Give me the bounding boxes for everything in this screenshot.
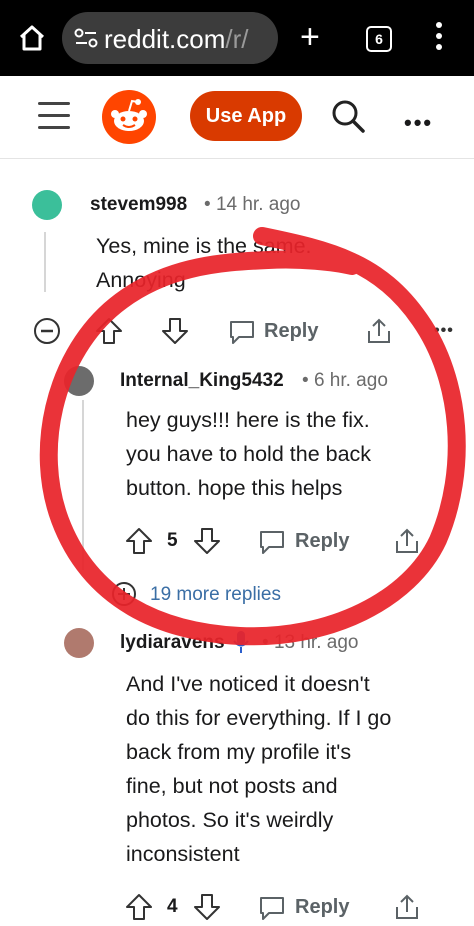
comment-line: inconsistent: [126, 842, 240, 866]
reply-button[interactable]: Reply: [295, 530, 349, 553]
collapse-thread-icon[interactable]: [32, 316, 62, 346]
downvote-icon[interactable]: [160, 316, 190, 346]
comment-line: And I've noticed it doesn't: [126, 672, 370, 696]
upvote-icon[interactable]: [124, 892, 154, 922]
home-icon[interactable]: [18, 24, 46, 52]
avatar[interactable]: [64, 366, 94, 396]
site-settings-icon[interactable]: [74, 28, 98, 48]
comment-time: • 13 hr. ago: [262, 632, 359, 653]
browser-menu-icon[interactable]: [436, 22, 442, 55]
reply-button[interactable]: Reply: [264, 320, 318, 343]
comment-time-text: 14 hr. ago: [215, 194, 301, 215]
comment-time-text: 13 hr. ago: [273, 632, 359, 653]
upvote-icon[interactable]: [94, 316, 124, 346]
comment-username[interactable]: stevem998: [90, 194, 187, 216]
avatar[interactable]: [64, 628, 94, 658]
comment-time: • 14 hr. ago: [204, 194, 301, 215]
comment-time: • 6 hr. ago: [302, 370, 388, 391]
comment-more-icon[interactable]: •••: [434, 322, 454, 340]
comment-line: do this for everything. If I go: [126, 706, 392, 730]
comment-line: hey guys!!! here is the fix.: [126, 408, 370, 432]
comment-body: And I've noticed it doesn't do this for …: [126, 667, 391, 871]
reply-icon[interactable]: [258, 528, 286, 556]
more-options-icon[interactable]: •••: [404, 110, 433, 136]
vote-count: 5: [167, 530, 178, 551]
use-app-button[interactable]: Use App: [190, 91, 302, 141]
tab-switcher-button[interactable]: 6: [366, 26, 392, 52]
url-domain: reddit.com: [104, 24, 226, 54]
downvote-icon[interactable]: [192, 526, 222, 556]
comment-line: photos. So it's weirdly: [126, 808, 334, 832]
reply-button[interactable]: Reply: [295, 896, 349, 919]
url-text: reddit.com/r/: [104, 24, 249, 55]
expand-replies-icon[interactable]: [110, 580, 138, 608]
upvote-icon[interactable]: [124, 526, 154, 556]
reply-icon[interactable]: [228, 318, 256, 346]
reddit-logo[interactable]: [102, 90, 156, 144]
comment-username[interactable]: lydiaravens: [120, 632, 225, 654]
comment-time-text: 6 hr. ago: [313, 370, 388, 391]
comment-body: Yes, mine is the same. Annoying: [96, 229, 312, 297]
share-icon[interactable]: [392, 892, 422, 922]
reply-icon[interactable]: [258, 894, 286, 922]
comment-line: back from my profile it's: [126, 740, 352, 764]
downvote-icon[interactable]: [192, 892, 222, 922]
snoo-icon: [111, 99, 147, 131]
comment-line: fine, but not posts and: [126, 774, 338, 798]
new-tab-icon[interactable]: +: [300, 20, 320, 54]
comment-line: you have to hold the back: [126, 442, 372, 466]
more-replies-link[interactable]: 19 more replies: [150, 584, 281, 606]
share-icon[interactable]: [392, 526, 422, 556]
vote-count: 4: [167, 896, 178, 917]
microphone-icon: [233, 631, 249, 653]
thread-line: [44, 232, 46, 292]
thread-line: [82, 400, 84, 570]
share-icon[interactable]: [364, 316, 394, 346]
comment-username[interactable]: Internal_King5432: [120, 370, 284, 392]
hamburger-menu-icon[interactable]: [38, 102, 70, 138]
browser-toolbar: reddit.com/r/ + 6: [0, 0, 474, 76]
comment-body: hey guys!!! here is the fix. you have to…: [126, 403, 371, 505]
avatar[interactable]: [32, 190, 62, 220]
comment-line: Annoying: [96, 268, 186, 292]
url-path: /r/: [225, 24, 249, 54]
comment-line: button. hope this helps: [126, 476, 343, 500]
comment-line: Yes, mine is the same.: [96, 234, 312, 258]
reddit-header: Use App •••: [0, 76, 474, 159]
address-bar[interactable]: reddit.com/r/: [62, 12, 278, 64]
search-icon[interactable]: [330, 98, 366, 134]
